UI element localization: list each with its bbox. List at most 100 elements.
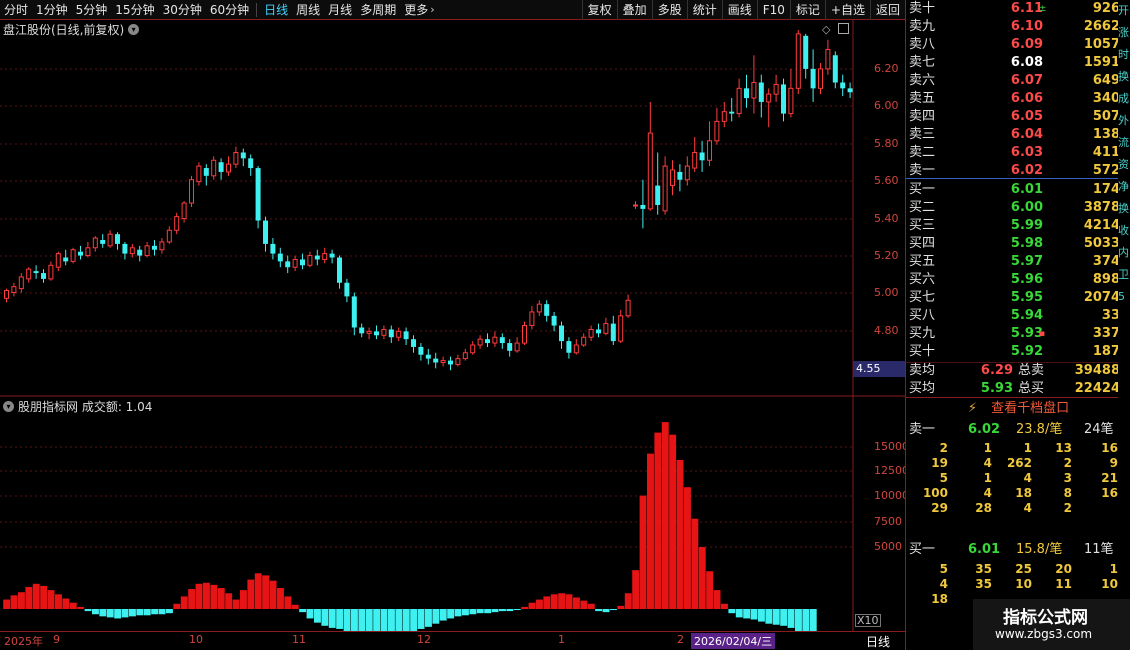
- volume-bar: [306, 609, 314, 619]
- bid-label: 买七: [909, 290, 936, 305]
- ask-price: 6.05: [1010, 109, 1043, 124]
- ask-row[interactable]: 卖十 6.11 ±926: [908, 0, 1128, 18]
- volume-bar: [203, 582, 210, 609]
- candle: [55, 251, 61, 272]
- quote-field-char: 成: [1118, 92, 1129, 105]
- candle: [322, 247, 328, 264]
- bid-price: 6.00: [1010, 200, 1043, 215]
- ask-row[interactable]: 卖六 6.07 649: [908, 72, 1128, 90]
- quote-field-char: 卫: [1118, 268, 1129, 281]
- candle: [263, 216, 268, 252]
- candle-body: [307, 255, 313, 266]
- bid-price: 5.93: [1010, 326, 1043, 341]
- candle-body: [285, 261, 291, 268]
- candle-body: [551, 315, 557, 326]
- volume-bar: [462, 609, 469, 616]
- volume-bar: [758, 609, 765, 622]
- ask-row[interactable]: 卖二 6.03 411: [908, 144, 1128, 162]
- bid-row[interactable]: 买八 5.94 33: [908, 307, 1128, 325]
- bid-row[interactable]: 买三 5.99 4214: [908, 217, 1128, 235]
- quote-field-char: 开: [1118, 4, 1129, 17]
- candle: [588, 325, 594, 342]
- volume-tick-label: 5000: [874, 540, 902, 553]
- candle-body: [233, 152, 239, 165]
- date-axis: 2025年 9 10 11 12 1 2 2026/02/04/三: [0, 631, 905, 650]
- ask-label: 卖二: [909, 145, 936, 160]
- volume-bar: [476, 609, 484, 614]
- ask-row[interactable]: 卖七 6.08 1591: [908, 54, 1128, 72]
- volume-bar: [772, 609, 780, 625]
- candle: [4, 288, 9, 303]
- ask-row[interactable]: 卖三 6.04 138: [908, 126, 1128, 144]
- bid-row[interactable]: 买十 5.92 187: [908, 343, 1128, 361]
- bid-row[interactable]: 买五 5.97 374: [908, 253, 1128, 271]
- queue-cell: 3: [1063, 471, 1072, 485]
- candle: [292, 255, 298, 272]
- candle: [795, 30, 801, 95]
- ask-row[interactable]: 卖八 6.09 1057: [908, 36, 1128, 54]
- chart-canvas[interactable]: [0, 0, 905, 631]
- bid-label: 买五: [909, 254, 936, 269]
- ask-price: 6.07: [1010, 73, 1043, 88]
- candle-body: [107, 233, 113, 247]
- quote-info-strip: 开涨时换成外流资净换收内卫5: [1118, 0, 1130, 420]
- candle-body: [618, 315, 624, 342]
- candle-body: [744, 88, 749, 99]
- bid-row[interactable]: 买一 6.01 174: [908, 181, 1128, 199]
- volume-bar: [328, 609, 336, 628]
- bid-row[interactable]: 买六 5.96 898: [908, 271, 1128, 289]
- chart-grid: [0, 20, 905, 631]
- candle-body: [670, 169, 675, 187]
- spread-divider: [906, 178, 1130, 179]
- candle-body: [211, 159, 217, 177]
- queue-row: 100 4 18 8 16: [906, 486, 1128, 501]
- quote-field-char: 收: [1118, 224, 1129, 237]
- bid-row[interactable]: 买七 5.95 2074: [908, 289, 1128, 307]
- volume-bar: [684, 487, 691, 609]
- volume-bar: [809, 609, 817, 631]
- sub-chart-title: ▾ 股朋指标网 成交额: 1.04: [3, 398, 152, 415]
- ask-row[interactable]: 卖四 6.05 507: [908, 108, 1128, 126]
- volume-bar: [69, 602, 77, 609]
- candle-body: [33, 271, 39, 274]
- volume-bar: [750, 609, 758, 620]
- volume-bar: [484, 609, 492, 614]
- queue-cell: 18: [931, 592, 948, 606]
- candle: [396, 327, 402, 342]
- candle-body: [625, 299, 631, 317]
- ask-volume: 649: [1092, 73, 1120, 88]
- quote-field-char: 净: [1118, 180, 1129, 193]
- candle-body: [684, 165, 690, 181]
- queue-cell: 35: [975, 577, 992, 591]
- candle: [573, 339, 579, 355]
- candle-body: [840, 82, 846, 89]
- bid-row[interactable]: 买九 5.93 ▪ 337: [908, 325, 1128, 343]
- ask-row[interactable]: 卖五 6.06 340: [908, 90, 1128, 108]
- ask-row[interactable]: 卖九 6.10 2662: [908, 18, 1128, 36]
- bid-label: 买十: [909, 344, 936, 359]
- volume-bar: [491, 609, 499, 613]
- candle-body: [381, 328, 387, 336]
- volume-bar: [129, 609, 136, 617]
- candle: [470, 341, 476, 355]
- queue-cell: 21: [1101, 471, 1118, 485]
- candle-body: [507, 343, 513, 351]
- bid-row[interactable]: 买二 6.00 3878: [908, 199, 1128, 217]
- candle-body: [588, 328, 594, 338]
- candle-body: [677, 171, 683, 180]
- ask-label: 卖八: [909, 37, 936, 52]
- quote-field-char: 内: [1118, 246, 1129, 259]
- candle-body: [455, 358, 461, 365]
- candle-body: [396, 330, 402, 338]
- chevron-down-icon[interactable]: ▾: [3, 401, 14, 412]
- period-label[interactable]: 日线: [866, 633, 890, 650]
- year-label: 2025年: [4, 635, 43, 648]
- bid-row[interactable]: 买四 5.98 5033: [908, 235, 1128, 253]
- candle-body: [122, 243, 128, 254]
- sell-queue-price: 6.02: [968, 422, 1001, 437]
- view-full-depth-button[interactable]: ⚡ 查看千档盘口: [906, 398, 1130, 420]
- bid-volume: 174: [1092, 182, 1120, 197]
- candle: [107, 230, 113, 248]
- view-full-depth-label: 查看千档盘口: [991, 401, 1070, 416]
- volume-bar: [713, 590, 721, 609]
